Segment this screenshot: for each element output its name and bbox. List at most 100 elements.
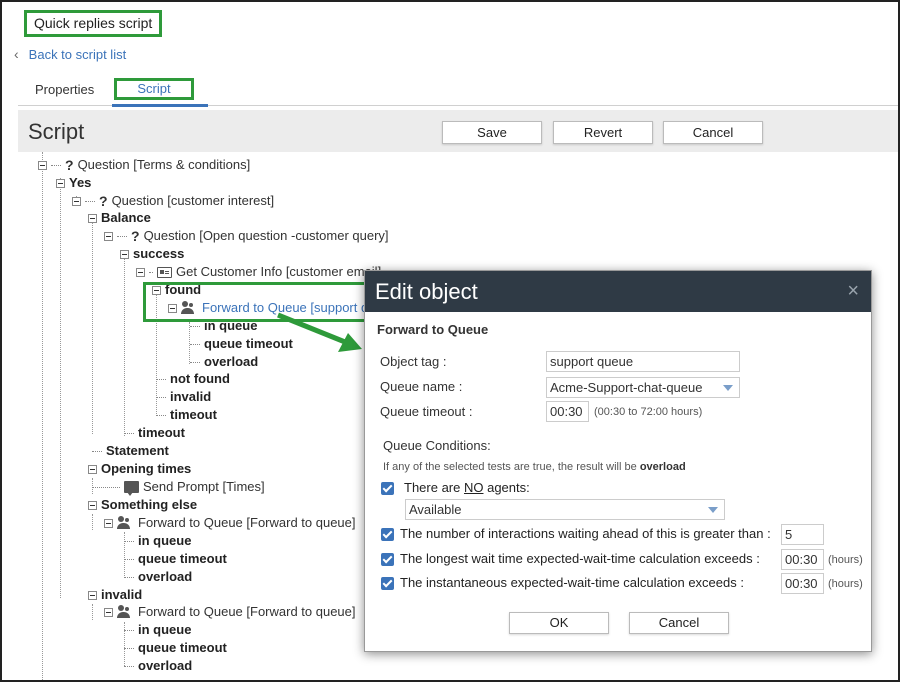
tree-node-label: overload bbox=[138, 569, 193, 584]
tree-node-label: invalid bbox=[101, 587, 143, 602]
back-link-label: Back to script list bbox=[28, 46, 127, 62]
tree-node[interactable]: not found bbox=[156, 370, 230, 388]
tree-node-label: not found bbox=[170, 371, 230, 386]
tab-bar: Properties Script bbox=[18, 78, 898, 107]
collapse-icon[interactable] bbox=[88, 464, 97, 474]
tab-script[interactable]: Script bbox=[114, 78, 194, 100]
note-emphasis: overload bbox=[639, 461, 686, 473]
queue-name-value: Acme-Support-chat-queue bbox=[550, 380, 703, 395]
collapse-icon[interactable] bbox=[136, 267, 145, 277]
cancel-button[interactable]: Cancel bbox=[663, 121, 763, 144]
tree-guide bbox=[124, 250, 125, 436]
tree-node[interactable]: overload bbox=[124, 657, 192, 675]
tree-node[interactable]: Get Customer Info [customer email] bbox=[136, 263, 381, 281]
tree-node[interactable]: Send Prompt [Times] bbox=[92, 478, 265, 496]
tree-node-label: Statement bbox=[106, 443, 169, 458]
instantaneous-wait-checkbox[interactable] bbox=[381, 577, 394, 590]
tree-node-label: Send Prompt [Times] bbox=[143, 479, 265, 494]
object-tag-input[interactable]: support queue bbox=[546, 351, 740, 372]
question-icon: ? bbox=[65, 157, 74, 173]
tree-node[interactable]: Statement bbox=[92, 442, 169, 460]
interactions-ahead-input[interactable]: 5 bbox=[781, 524, 824, 545]
collapse-icon[interactable] bbox=[72, 196, 81, 206]
collapse-icon[interactable] bbox=[38, 160, 47, 170]
tree-node-label: success bbox=[133, 246, 185, 261]
tree-node-label: Opening times bbox=[101, 461, 192, 476]
tree-node[interactable]: invalid bbox=[88, 586, 142, 604]
collapse-icon[interactable] bbox=[104, 607, 113, 617]
label-text: agents: bbox=[483, 480, 530, 495]
tree-node[interactable]: Something else bbox=[88, 496, 197, 514]
interactions-ahead-checkbox[interactable] bbox=[381, 528, 394, 541]
queue-timeout-input[interactable]: 00:30 bbox=[546, 401, 589, 422]
tree-node[interactable]: Yes bbox=[56, 174, 91, 192]
tab-properties[interactable]: Properties bbox=[35, 82, 94, 97]
collapse-icon[interactable] bbox=[56, 178, 65, 188]
tree-node[interactable]: Opening times bbox=[88, 460, 191, 478]
chevron-down-icon bbox=[723, 385, 733, 391]
tree-node-label: timeout bbox=[138, 425, 185, 440]
tree-node-label: Forward to Queue [Forward to queue] bbox=[138, 515, 356, 530]
tree-guide bbox=[92, 514, 93, 530]
longest-wait-unit: (hours) bbox=[828, 554, 863, 566]
no-agents-checkbox[interactable] bbox=[381, 482, 394, 495]
tree-node[interactable]: Balance bbox=[88, 209, 151, 227]
tree-node[interactable]: overload bbox=[124, 568, 192, 586]
back-to-script-list-link[interactable]: ‹ Back to script list bbox=[14, 46, 126, 62]
tree-node[interactable]: in queue bbox=[124, 621, 191, 639]
tree-node[interactable]: queue timeout bbox=[124, 550, 227, 568]
tree-node[interactable]: timeout bbox=[156, 406, 217, 424]
longest-wait-input[interactable]: 00:30 bbox=[781, 549, 824, 570]
tree-node[interactable]: success bbox=[120, 245, 184, 263]
tree-node-label: overload bbox=[204, 354, 259, 369]
tree-guide bbox=[92, 604, 93, 620]
queue-conditions-note: If any of the selected tests are true, t… bbox=[383, 461, 686, 473]
revert-button[interactable]: Revert bbox=[553, 121, 653, 144]
collapse-icon[interactable] bbox=[88, 500, 97, 510]
agent-status-select[interactable]: Available bbox=[405, 499, 725, 520]
tree-node-label: Something else bbox=[101, 497, 198, 512]
note-text: If any of the selected tests are true, t… bbox=[383, 461, 640, 473]
tree-node-label: Question [Open question -customer query] bbox=[143, 228, 389, 243]
tree-node[interactable]: timeout bbox=[124, 424, 185, 442]
script-toolbar: Script Save Revert Cancel bbox=[18, 110, 898, 152]
tree-node[interactable]: overload bbox=[190, 353, 258, 371]
ok-button[interactable]: OK bbox=[509, 612, 609, 634]
queue-timeout-label: Queue timeout : bbox=[380, 404, 473, 419]
tree-node-label: timeout bbox=[170, 407, 217, 422]
dialog-header: Edit object × bbox=[365, 271, 871, 312]
longest-wait-label: The longest wait time expected-wait-time… bbox=[400, 551, 760, 566]
tree-node[interactable]: queue timeout bbox=[124, 639, 227, 657]
tree-node-label: in queue bbox=[138, 533, 192, 548]
tree-guide bbox=[42, 152, 43, 680]
tree-node[interactable]: ? Question [Open question -customer query… bbox=[104, 227, 389, 245]
tree-node-label: Yes bbox=[69, 175, 92, 190]
edit-object-dialog: Edit object × Forward to Queue Object ta… bbox=[364, 270, 872, 652]
chevron-down-icon bbox=[708, 507, 718, 513]
collapse-icon[interactable] bbox=[104, 518, 113, 528]
collapse-icon[interactable] bbox=[120, 249, 129, 259]
save-button[interactable]: Save bbox=[442, 121, 542, 144]
interactions-ahead-label: The number of interactions waiting ahead… bbox=[400, 526, 771, 541]
collapse-icon[interactable] bbox=[88, 590, 97, 600]
queue-name-select[interactable]: Acme-Support-chat-queue bbox=[546, 377, 740, 398]
tree-node[interactable]: Forward to Queue [Forward to queue] bbox=[104, 514, 356, 532]
instantaneous-wait-input[interactable]: 00:30 bbox=[781, 573, 824, 594]
tree-node[interactable]: invalid bbox=[156, 388, 211, 406]
tree-node[interactable]: ? Question [Terms & conditions] bbox=[38, 156, 250, 174]
collapse-icon[interactable] bbox=[104, 231, 113, 241]
tree-node[interactable]: in queue bbox=[124, 532, 191, 550]
tree-node[interactable]: ? Question [customer interest] bbox=[72, 192, 274, 210]
tree-node-label: Question [customer interest] bbox=[111, 193, 275, 208]
tree-node[interactable]: Forward to Queue [Forward to queue] bbox=[104, 603, 356, 621]
tree-node-label: Forward to Queue [Forward to queue] bbox=[138, 604, 356, 619]
dialog-cancel-button[interactable]: Cancel bbox=[629, 612, 729, 634]
tree-node-label: in queue bbox=[138, 622, 192, 637]
tree-node-label: queue timeout bbox=[138, 551, 227, 566]
collapse-icon[interactable] bbox=[88, 213, 97, 223]
app-title: Quick replies script bbox=[24, 10, 163, 37]
question-icon: ? bbox=[99, 193, 108, 209]
close-icon[interactable]: × bbox=[847, 271, 859, 312]
longest-wait-checkbox[interactable] bbox=[381, 553, 394, 566]
tree-node-label: invalid bbox=[170, 389, 212, 404]
